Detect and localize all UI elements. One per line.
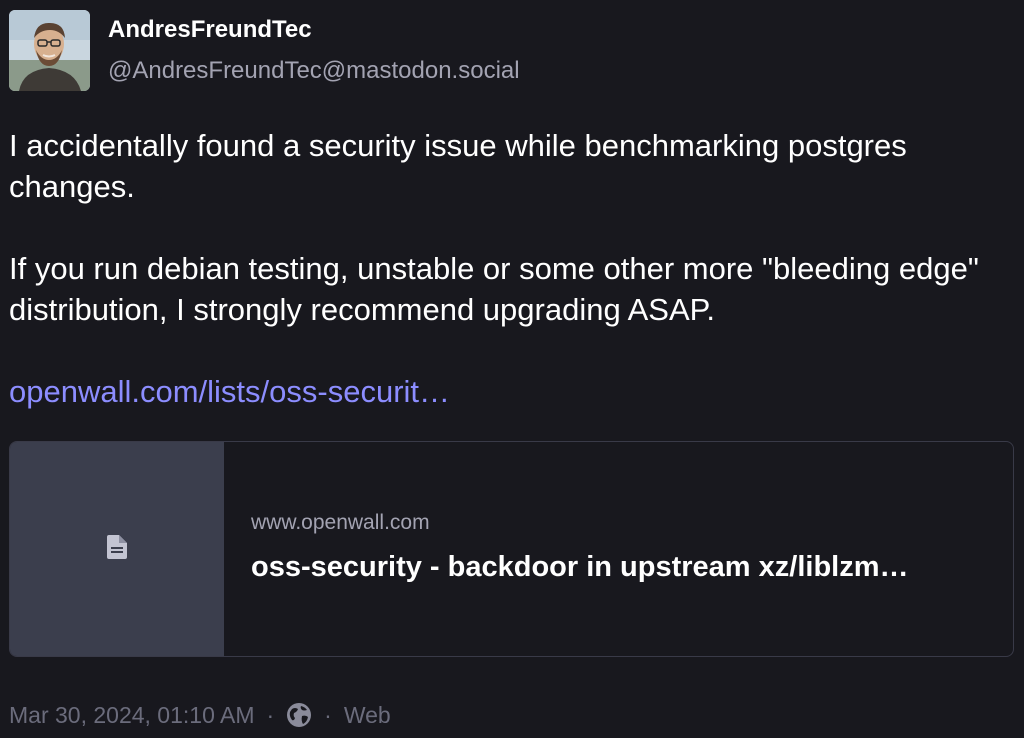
status-post: AndresFreundTec @AndresFreundTec@mastodo… — [0, 0, 1024, 738]
post-link[interactable]: openwall.com/lists/oss-securit… — [9, 374, 450, 409]
application-name: Web — [343, 702, 391, 728]
post-paragraph-1: I accidentally found a security issue wh… — [9, 128, 907, 204]
post-content: I accidentally found a security issue wh… — [9, 125, 1014, 453]
post-timestamp[interactable]: Mar 30, 2024, 01:10 AM — [9, 700, 255, 730]
card-body: www.openwall.com oss-security - backdoor… — [224, 442, 909, 656]
post-header: AndresFreundTec @AndresFreundTec@mastodo… — [9, 10, 520, 91]
card-thumbnail — [10, 442, 224, 656]
account-handle[interactable]: @AndresFreundTec@mastodon.social — [108, 57, 520, 85]
card-domain: www.openwall.com — [251, 511, 430, 534]
avatar[interactable] — [9, 10, 90, 91]
display-name[interactable]: AndresFreundTec — [108, 16, 520, 44]
avatar-image — [9, 10, 90, 91]
author-names: AndresFreundTec @AndresFreundTec@mastodo… — [108, 10, 520, 85]
card-title[interactable]: oss-security - backdoor in upstream xz/l… — [251, 550, 909, 584]
post-meta: Mar 30, 2024, 01:10 AM · · Web — [9, 700, 391, 730]
globe-icon — [286, 702, 312, 728]
meta-separator: · — [324, 702, 332, 728]
file-icon — [107, 534, 127, 564]
post-paragraph-2: If you run debian testing, unstable or s… — [9, 251, 979, 327]
link-preview-card[interactable]: www.openwall.com oss-security - backdoor… — [9, 441, 1014, 657]
meta-separator: · — [266, 702, 275, 728]
